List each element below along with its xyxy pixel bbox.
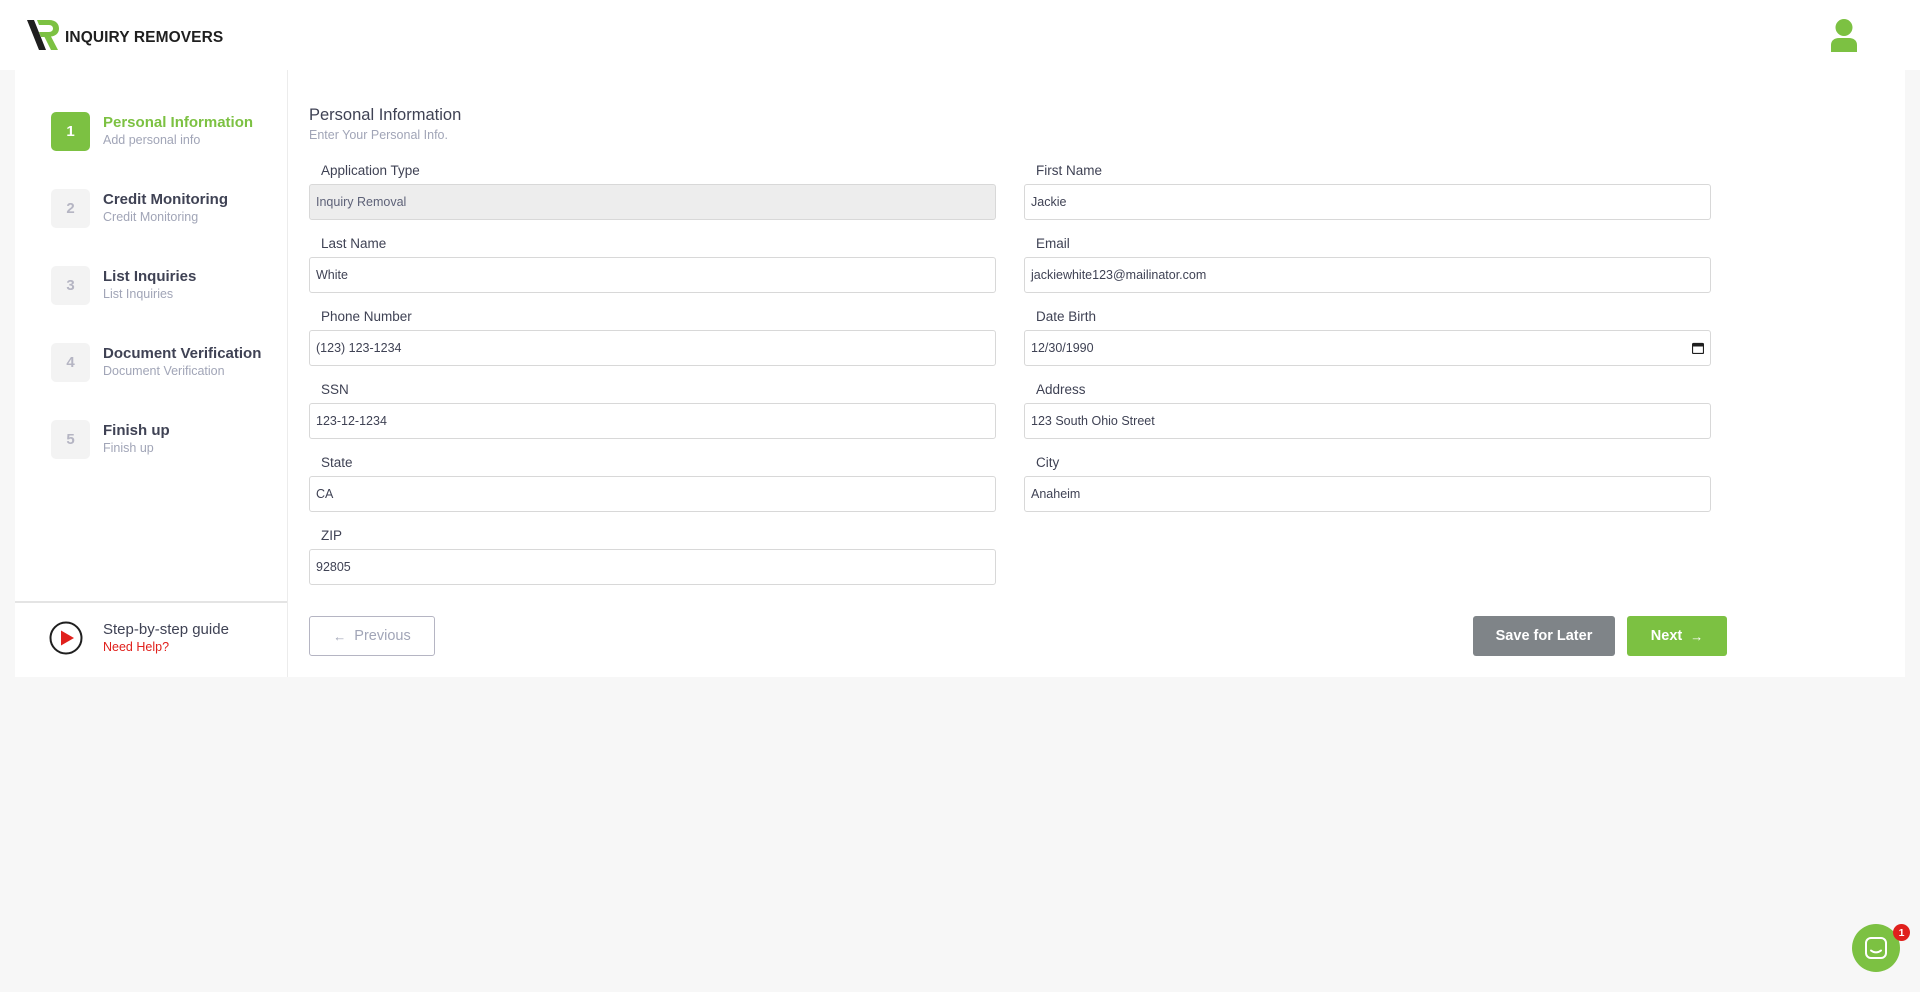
user-avatar-icon[interactable] <box>1830 19 1858 52</box>
step-credit-monitoring[interactable]: 2 Credit Monitoring Credit Monitoring <box>51 188 228 228</box>
ssn-field: SSN 123-12-1234 <box>309 381 996 439</box>
save-label: Save for Later <box>1495 628 1593 644</box>
next-label: Next <box>1650 628 1683 644</box>
date-birth-value: 12/30/1990 <box>1031 341 1094 355</box>
field-label: Address <box>1036 382 1086 397</box>
step-number: 5 <box>51 419 90 459</box>
step-number: 3 <box>51 265 90 305</box>
step-subtitle: List Inquiries <box>103 287 174 301</box>
wizard-card: 1 Personal Information Add personal info… <box>15 70 1905 677</box>
state-field: State CA <box>309 454 996 512</box>
step-title: Document Verification <box>103 345 262 362</box>
chat-unread-badge: 1 <box>1893 924 1910 941</box>
step-subtitle: Finish up <box>103 441 154 455</box>
city-input[interactable]: Anaheim <box>1024 476 1711 512</box>
phone-number-field: Phone Number (123) 123-1234 <box>309 308 996 366</box>
step-subtitle: Add personal info <box>103 133 201 147</box>
first-name-field: First Name Jackie <box>1024 162 1711 220</box>
date-birth-input[interactable]: 12/30/1990 <box>1024 330 1711 366</box>
steps-sidebar: 1 Personal Information Add personal info… <box>15 70 288 677</box>
field-label: First Name <box>1036 163 1103 178</box>
field-label: ZIP <box>321 528 343 543</box>
application-type-field: Application Type Inquiry Removal <box>309 162 996 220</box>
step-title: Finish up <box>103 422 170 439</box>
first-name-input[interactable]: Jackie <box>1024 184 1711 220</box>
step-title: Credit Monitoring <box>103 191 228 208</box>
step-number: 1 <box>51 111 90 151</box>
application-type-input: Inquiry Removal <box>309 184 996 220</box>
next-button[interactable]: Next → <box>1627 616 1727 656</box>
city-field: City Anaheim <box>1024 454 1711 512</box>
field-label: Application Type <box>321 163 420 178</box>
zip-input[interactable]: 92805 <box>309 549 996 585</box>
step-subtitle: Document Verification <box>103 364 225 378</box>
chat-icon <box>1865 937 1887 959</box>
need-help-link[interactable]: Need Help? <box>103 639 229 655</box>
step-by-step-guide[interactable]: Step-by-step guide Need Help? <box>49 621 229 655</box>
zip-field: ZIP 92805 <box>309 527 996 585</box>
step-number: 2 <box>51 188 90 228</box>
last-name-field: Last Name White <box>309 235 996 293</box>
address-input[interactable]: 123 South Ohio Street <box>1024 403 1711 439</box>
state-input[interactable]: CA <box>309 476 996 512</box>
ssn-input[interactable]: 123-12-1234 <box>309 403 996 439</box>
phone-number-input[interactable]: (123) 123-1234 <box>309 330 996 366</box>
step-finish-up[interactable]: 5 Finish up Finish up <box>51 419 170 459</box>
email-input[interactable]: jackiewhite123@mailinator.com <box>1024 257 1711 293</box>
arrow-left-icon: ← <box>333 628 347 644</box>
guide-title: Step-by-step guide <box>103 621 229 638</box>
last-name-input[interactable]: White <box>309 257 996 293</box>
date-birth-field: Date Birth 12/30/1990 <box>1024 308 1711 366</box>
step-list-inquiries[interactable]: 3 List Inquiries List Inquiries <box>51 265 196 305</box>
form-subtitle: Enter Your Personal Info. <box>309 128 448 142</box>
guide-divider <box>15 601 287 603</box>
step-title: Personal Information <box>103 114 254 131</box>
field-label: SSN <box>321 382 349 397</box>
field-label: City <box>1036 455 1060 470</box>
brand-logo[interactable]: INQUIRY REMOVERS <box>27 19 223 51</box>
brand-name: INQUIRY REMOVERS <box>65 29 224 46</box>
step-subtitle: Credit Monitoring <box>103 210 199 224</box>
field-label: Last Name <box>321 236 387 251</box>
address-field: Address 123 South Ohio Street <box>1024 381 1711 439</box>
previous-button[interactable]: ← Previous <box>309 616 435 656</box>
step-personal-information[interactable]: 1 Personal Information Add personal info <box>51 111 253 151</box>
previous-label: Previous <box>354 628 411 644</box>
step-number: 4 <box>51 342 90 382</box>
field-label: Date Birth <box>1036 309 1097 324</box>
arrow-right-icon: → <box>1690 628 1704 644</box>
step-title: List Inquiries <box>103 268 197 285</box>
field-label: Email <box>1036 236 1070 251</box>
play-video-icon[interactable] <box>49 621 83 655</box>
save-for-later-button[interactable]: Save for Later <box>1473 616 1615 656</box>
field-label: Phone Number <box>321 309 412 324</box>
top-header: INQUIRY REMOVERS <box>0 0 1920 70</box>
calendar-icon[interactable] <box>1692 342 1704 354</box>
form-content: Personal Information Enter Your Personal… <box>309 70 1729 677</box>
email-field: Email jackiewhite123@mailinator.com <box>1024 235 1711 293</box>
logo-icon <box>27 20 59 50</box>
step-document-verification[interactable]: 4 Document Verification Document Verific… <box>51 342 261 382</box>
form-title: Personal Information <box>309 106 462 124</box>
field-label: State <box>321 455 353 470</box>
